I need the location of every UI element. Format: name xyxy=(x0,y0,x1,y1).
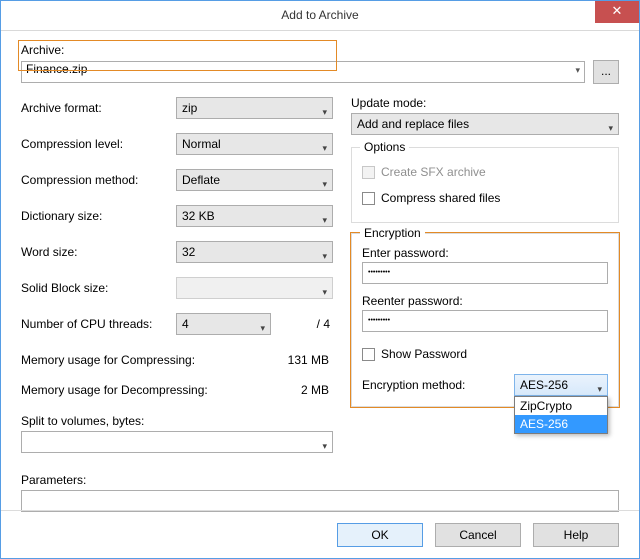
combo-cpu-threads-value: 4 xyxy=(182,317,189,331)
combo-word-size[interactable]: 32 ▾ xyxy=(176,241,333,263)
browse-button[interactable]: ... xyxy=(593,60,619,84)
title-bar: Add to Archive ✕ xyxy=(1,1,639,31)
combo-compression-method-value: Deflate xyxy=(182,173,220,187)
chevron-down-icon: ▾ xyxy=(575,65,580,76)
archive-path-value: Finance.zip xyxy=(26,62,87,76)
combo-dictionary-size-value: 32 KB xyxy=(182,209,215,223)
row-dictionary-size: Dictionary size: 32 KB ▾ xyxy=(21,204,333,228)
combo-compression-level[interactable]: Normal ▾ xyxy=(176,133,333,155)
input-parameters[interactable] xyxy=(21,490,619,512)
dropdown-option-zipcrypto[interactable]: ZipCrypto xyxy=(515,397,607,415)
cpu-threads-total: / 4 xyxy=(304,317,333,331)
row-mem-decompress: Memory usage for Decompressing: 2 MB xyxy=(21,378,333,402)
group-encryption-title: Encryption xyxy=(360,226,425,240)
checkbox-sfx-label: Create SFX archive xyxy=(381,165,486,179)
label-dictionary-size: Dictionary size: xyxy=(21,209,176,223)
right-column: Update mode: Add and replace files ▾ Opt… xyxy=(351,96,619,463)
chevron-down-icon: ▾ xyxy=(322,174,327,194)
group-options-title: Options xyxy=(360,140,409,154)
combo-compression-method[interactable]: Deflate ▾ xyxy=(176,169,333,191)
chevron-down-icon: ▾ xyxy=(322,210,327,230)
cancel-button[interactable]: Cancel xyxy=(435,523,521,547)
combo-compression-level-value: Normal xyxy=(182,137,221,151)
checkbox-show-password-box[interactable] xyxy=(362,348,375,361)
label-split-volumes: Split to volumes, bytes: xyxy=(21,414,333,428)
dialog-window: Add to Archive ✕ Archive: Finance.zip ▾ … xyxy=(0,0,640,559)
combo-update-mode-value: Add and replace files xyxy=(357,117,469,131)
left-column: Archive format: zip ▾ Compression level:… xyxy=(21,96,333,463)
window-title: Add to Archive xyxy=(281,8,358,22)
checkbox-show-password[interactable]: Show Password xyxy=(362,344,608,364)
checkbox-sfx-box xyxy=(362,166,375,179)
dropdown-encryption-method[interactable]: ZipCrypto AES-256 xyxy=(514,396,608,434)
archive-row: Finance.zip ▾ ... xyxy=(21,60,619,84)
combo-word-size-value: 32 xyxy=(182,245,195,259)
combo-solid-block-size: ▾ xyxy=(176,277,333,299)
combo-cpu-threads[interactable]: 4 ▾ xyxy=(176,313,271,335)
label-enter-password: Enter password: xyxy=(362,246,608,260)
label-compression-method: Compression method: xyxy=(21,173,176,187)
label-archive-format: Archive format: xyxy=(21,101,176,115)
input-reenter-password[interactable]: ••••••••• xyxy=(362,310,608,332)
checkbox-shared-box[interactable] xyxy=(362,192,375,205)
group-options: Options Create SFX archive Compress shar… xyxy=(351,147,619,223)
checkbox-shared-label: Compress shared files xyxy=(381,191,500,205)
close-icon: ✕ xyxy=(612,3,623,18)
combo-update-mode[interactable]: Add and replace files ▾ xyxy=(351,113,619,135)
row-word-size: Word size: 32 ▾ xyxy=(21,240,333,264)
group-encryption: Encryption Enter password: ••••••••• Ree… xyxy=(351,233,619,407)
combo-encryption-method[interactable]: AES-256 ▾ ZipCrypto AES-256 xyxy=(514,374,608,396)
value-mem-decompress: 2 MB xyxy=(301,383,333,397)
checkbox-sfx: Create SFX archive xyxy=(362,162,608,182)
value-mem-compress: 131 MB xyxy=(288,353,333,367)
combo-archive-format-value: zip xyxy=(182,101,197,115)
label-solid-block-size: Solid Block size: xyxy=(21,281,176,295)
label-encryption-method: Encryption method: xyxy=(362,378,514,392)
label-reenter-password: Reenter password: xyxy=(362,294,608,308)
label-update-mode: Update mode: xyxy=(351,96,619,110)
label-parameters: Parameters: xyxy=(21,473,619,487)
chevron-down-icon: ▾ xyxy=(322,282,327,302)
archive-path-combo[interactable]: Finance.zip ▾ xyxy=(21,61,585,83)
columns: Archive format: zip ▾ Compression level:… xyxy=(21,96,619,463)
dropdown-option-aes256[interactable]: AES-256 xyxy=(515,415,607,433)
label-compression-level: Compression level: xyxy=(21,137,176,151)
checkbox-show-password-label: Show Password xyxy=(381,347,467,361)
label-cpu-threads: Number of CPU threads: xyxy=(21,317,176,331)
combo-split-volumes[interactable]: ▾ xyxy=(21,431,333,453)
chevron-down-icon: ▾ xyxy=(322,102,327,122)
combo-archive-format[interactable]: zip ▾ xyxy=(176,97,333,119)
label-mem-decompress: Memory usage for Decompressing: xyxy=(21,383,301,397)
close-button[interactable]: ✕ xyxy=(595,1,639,23)
archive-label: Archive: xyxy=(21,43,619,57)
row-compression-method: Compression method: Deflate ▾ xyxy=(21,168,333,192)
row-mem-compress: Memory usage for Compressing: 131 MB xyxy=(21,348,333,372)
checkbox-shared[interactable]: Compress shared files xyxy=(362,188,608,208)
help-button[interactable]: Help xyxy=(533,523,619,547)
dialog-footer: OK Cancel Help xyxy=(1,510,639,558)
combo-encryption-method-value: AES-256 xyxy=(520,378,568,392)
chevron-down-icon: ▾ xyxy=(260,318,265,338)
label-word-size: Word size: xyxy=(21,245,176,259)
row-cpu-threads: Number of CPU threads: 4 ▾ / 4 xyxy=(21,312,333,336)
chevron-down-icon: ▾ xyxy=(322,436,327,456)
row-archive-format: Archive format: zip ▾ xyxy=(21,96,333,120)
chevron-down-icon: ▾ xyxy=(322,246,327,266)
dialog-body: Archive: Finance.zip ▾ ... Archive forma… xyxy=(21,43,619,508)
label-mem-compress: Memory usage for Compressing: xyxy=(21,353,288,367)
row-solid-block-size: Solid Block size: ▾ xyxy=(21,276,333,300)
chevron-down-icon: ▾ xyxy=(322,138,327,158)
chevron-down-icon: ▾ xyxy=(608,118,613,138)
row-compression-level: Compression level: Normal ▾ xyxy=(21,132,333,156)
input-enter-password[interactable]: ••••••••• xyxy=(362,262,608,284)
ok-button[interactable]: OK xyxy=(337,523,423,547)
combo-dictionary-size[interactable]: 32 KB ▾ xyxy=(176,205,333,227)
row-encryption-method: Encryption method: AES-256 ▾ ZipCrypto A… xyxy=(362,374,608,396)
